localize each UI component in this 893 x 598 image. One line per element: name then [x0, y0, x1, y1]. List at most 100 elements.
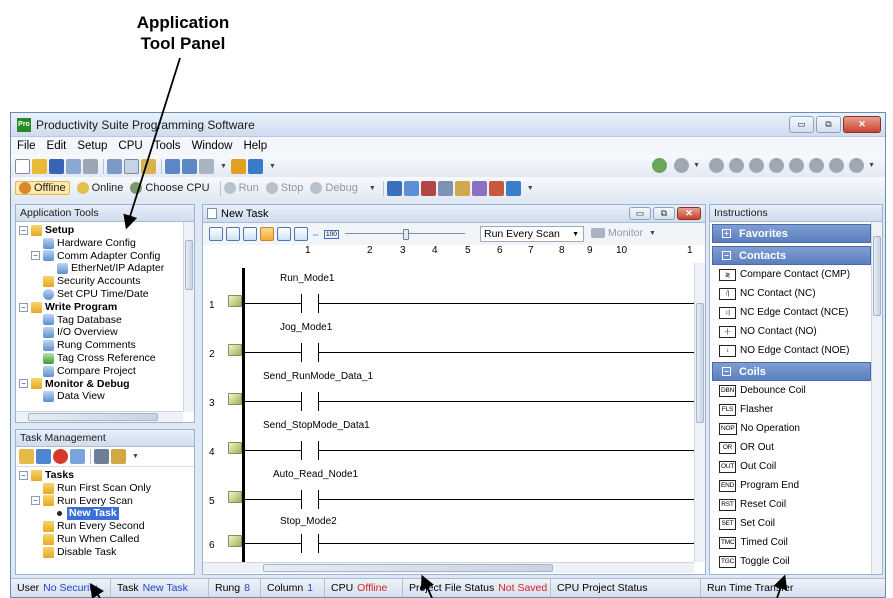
tree-item-setup[interactable]: − Setup [19, 224, 191, 237]
no-contact[interactable] [301, 534, 319, 553]
undo-icon[interactable] [165, 158, 180, 174]
cut-icon[interactable] [107, 158, 122, 174]
redo-icon[interactable] [182, 158, 197, 174]
scroll-thumb[interactable] [28, 413, 158, 421]
menu-help[interactable]: Help [243, 140, 267, 152]
scroll-thumb[interactable] [696, 303, 704, 423]
zoom-slider[interactable] [344, 229, 465, 240]
column-width-icon[interactable]: ⇔ [311, 229, 320, 239]
new-task-icon[interactable] [19, 449, 34, 464]
menu-setup[interactable]: Setup [77, 140, 107, 152]
delete-task-icon[interactable] [53, 449, 68, 464]
collapse-icon[interactable]: − [19, 379, 28, 389]
ladder-tool-button[interactable] [243, 227, 257, 241]
debug-button[interactable]: Debug [310, 182, 358, 194]
list-icon[interactable] [437, 180, 453, 196]
rung[interactable]: Auto_Read_Node1 5 [203, 464, 694, 513]
offline-button[interactable]: Offline [15, 181, 70, 195]
menu-tools[interactable]: Tools [154, 140, 181, 152]
menu-file[interactable]: File [17, 140, 36, 152]
rung-edit-icon[interactable] [228, 442, 242, 454]
rung[interactable]: Run_Mode1 1 [203, 268, 694, 317]
save-icon[interactable] [49, 158, 64, 174]
no-contact[interactable] [301, 294, 319, 313]
instruction-item[interactable]: ≷ Compare Contact (CMP) [712, 265, 871, 284]
scroll-thumb[interactable] [185, 240, 193, 290]
instruction-item[interactable]: NOP No Operation [712, 419, 871, 438]
instruction-item[interactable]: SET Set Coil [712, 514, 871, 533]
tree-item-hardware-config[interactable]: Hardware Config [19, 237, 191, 250]
no-contact[interactable] [301, 490, 319, 509]
run-button[interactable]: Run [223, 182, 259, 194]
open-folder-icon[interactable] [32, 158, 47, 174]
ladder-hscroll[interactable] [203, 562, 694, 573]
scroll-thumb[interactable] [873, 236, 881, 316]
close-button[interactable]: ✕ [843, 116, 881, 133]
app-tools-hscroll[interactable] [16, 411, 183, 422]
scan-mode-select[interactable]: Run Every Scan ▼ [480, 226, 584, 242]
ladder-tool-button[interactable] [260, 227, 274, 241]
menu-cpu[interactable]: CPU [118, 140, 142, 152]
chart-icon[interactable] [420, 180, 436, 196]
ladder-restore-button[interactable]: ⧉ [653, 207, 675, 220]
copy-icon[interactable] [124, 158, 139, 174]
no-contact[interactable] [301, 392, 319, 411]
options-icon[interactable] [505, 180, 521, 196]
choose-cpu-button[interactable]: Choose CPU [130, 182, 210, 194]
ladder-tool-button[interactable] [209, 227, 223, 241]
instruction-item[interactable]: FLS Flasher [712, 400, 871, 419]
tree-item-run-every-second[interactable]: Run Every Second [19, 520, 191, 533]
online-button[interactable]: Online [76, 182, 123, 194]
collapse-icon[interactable]: − [31, 496, 40, 506]
app-tools-vscroll[interactable] [183, 222, 194, 412]
zoom-slider-thumb[interactable] [402, 229, 409, 240]
instruction-item[interactable]: DBN Debounce Coil [712, 381, 871, 400]
rung[interactable]: Send_RunMode_Data_1 3 [203, 366, 694, 415]
tree-item-run-when-called[interactable]: Run When Called [19, 533, 191, 546]
instruction-item[interactable]: ⧸| NC Contact (NC) [712, 284, 871, 303]
no-contact[interactable] [301, 343, 319, 362]
ladder-vscroll[interactable] [694, 263, 705, 562]
grid-icon[interactable] [386, 180, 402, 196]
instruction-item[interactable]: TGC Toggle Coil [712, 552, 871, 571]
copy-task-icon[interactable] [70, 449, 85, 464]
status-icon[interactable] [652, 158, 668, 173]
graph-icon[interactable] [471, 180, 487, 196]
save-as-icon[interactable] [66, 158, 81, 174]
tree-item-security-accounts[interactable]: Security Accounts [19, 275, 191, 288]
network-icon[interactable] [247, 158, 263, 174]
transfer-icon[interactable] [230, 158, 246, 174]
instruction-item[interactable]: OUT Out Coil [712, 457, 871, 476]
scroll-thumb[interactable] [263, 564, 553, 572]
ladder-canvas[interactable]: Run_Mode1 1 Jog_Mode1 2 Send_RunMode_Dat… [203, 268, 694, 562]
tree-item-rung-comments[interactable]: Rung Comments [19, 339, 191, 352]
instruction-item[interactable]: OR OR Out [712, 438, 871, 457]
instructions-vscroll[interactable] [871, 222, 882, 574]
rung-edit-icon[interactable] [228, 344, 242, 356]
find-icon[interactable] [199, 158, 214, 174]
tree-item-tag-database[interactable]: Tag Database [19, 314, 191, 327]
rung-edit-icon[interactable] [228, 491, 242, 503]
rung[interactable]: Stop_Mode2 6 [203, 513, 694, 562]
collapse-icon[interactable]: − [19, 470, 28, 480]
add-task-icon[interactable] [36, 449, 51, 464]
collapse-icon[interactable]: − [31, 251, 40, 261]
trend-icon[interactable] [454, 180, 470, 196]
instruction-item[interactable]: TMC Timed Coil [712, 533, 871, 552]
rung-edit-icon[interactable] [228, 295, 242, 307]
sort-icon[interactable] [94, 449, 109, 464]
tree-item-run-first-scan[interactable]: Run First Scan Only [19, 482, 191, 495]
tree-item-data-view[interactable]: Data View [19, 390, 191, 403]
tree-item-compare-project[interactable]: Compare Project [19, 365, 191, 378]
tools-icon[interactable] [488, 180, 504, 196]
tree-item-tag-cross-reference[interactable]: Tag Cross Reference [19, 352, 191, 365]
ladder-close-button[interactable]: ✕ [677, 207, 701, 220]
minimize-button[interactable]: ▭ [789, 116, 814, 133]
collapse-icon[interactable]: − [19, 302, 28, 312]
ladder-tool-button[interactable] [277, 227, 291, 241]
no-contact[interactable] [301, 441, 319, 460]
tree-item-ethernet-ip-adapter[interactable]: EtherNet/IP Adapter [19, 262, 191, 275]
tree-item-new-task[interactable]: New Task [19, 507, 191, 521]
tree-item-write-program[interactable]: − Write Program [19, 301, 191, 314]
tree-item-disable-task[interactable]: Disable Task [19, 546, 191, 559]
